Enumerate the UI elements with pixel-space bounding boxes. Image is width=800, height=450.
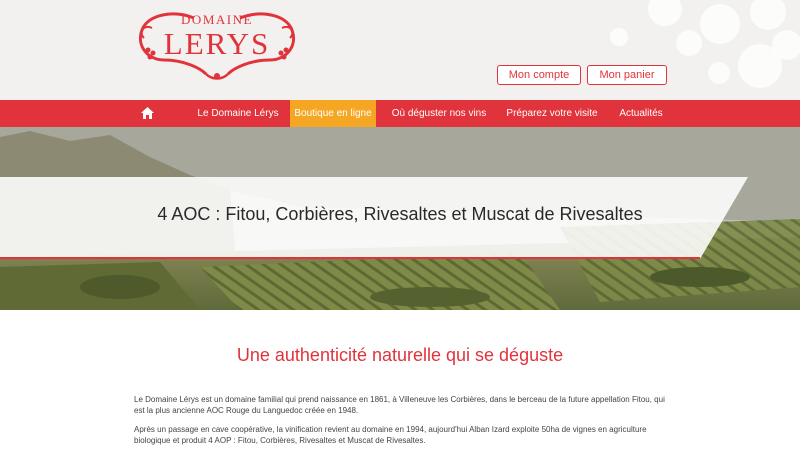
hero-title: 4 AOC : Fitou, Corbières, Rivesaltes et … <box>157 204 643 224</box>
site-header: DOMAINE LERYS Mon compte Mon panier <box>0 0 800 100</box>
logo-lerys-text: LERYS <box>163 26 271 61</box>
nav-item-visite[interactable]: Préparez votre visite <box>500 100 604 127</box>
decor-bubble <box>610 28 628 46</box>
nav-item-actualites[interactable]: Actualités <box>612 100 670 127</box>
history-paragraph: Après un passage en cave coopérative, la… <box>134 425 647 445</box>
decor-bubble <box>708 62 730 84</box>
decor-bubble <box>750 0 786 30</box>
intro-paragraph: Le Domaine Lérys est un domaine familial… <box>134 395 665 415</box>
nav-item-deguster[interactable]: Où déguster nos vins <box>386 100 492 127</box>
my-cart-button[interactable]: Mon panier <box>587 65 667 85</box>
decor-bubble <box>676 30 702 56</box>
nav-item-boutique[interactable]: Boutique en ligne <box>290 100 376 127</box>
site-logo[interactable]: DOMAINE LERYS <box>134 10 300 84</box>
main-nav: Le Domaine Lérys Boutique en ligne Où dé… <box>0 100 800 127</box>
home-icon[interactable] <box>140 106 155 120</box>
section-heading: Une authenticité naturelle qui se dégust… <box>236 345 564 365</box>
decor-bubble <box>700 4 740 44</box>
hero-banner: 4 AOC : Fitou, Corbières, Rivesaltes et … <box>0 127 800 310</box>
decor-bubble <box>648 0 682 26</box>
my-account-button[interactable]: Mon compte <box>497 65 581 85</box>
nav-item-domaine[interactable]: Le Domaine Lérys <box>186 100 290 127</box>
decor-bubble <box>772 30 800 60</box>
